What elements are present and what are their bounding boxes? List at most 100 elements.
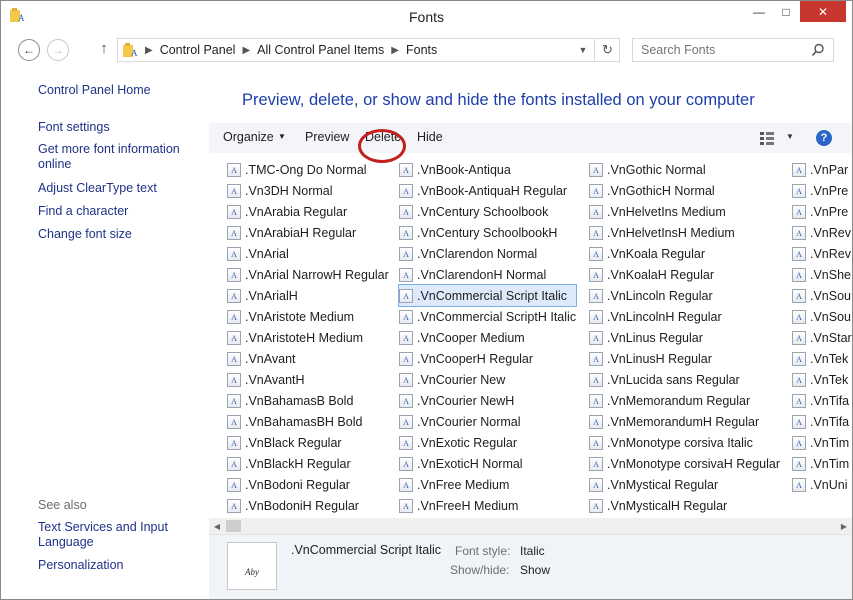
font-item[interactable]: A .VnAvantH <box>227 369 389 390</box>
font-item[interactable]: A .VnCooper Medium <box>399 327 576 348</box>
font-item[interactable]: A .VnMonotype corsiva Italic <box>589 432 780 453</box>
font-item[interactable]: A .VnStar <box>792 327 852 348</box>
font-item[interactable]: A .VnMystical Regular <box>589 474 780 495</box>
font-item[interactable]: A .VnTifa <box>792 390 852 411</box>
address-bar[interactable]: A ▶ Control Panel ▶ All Control Panel It… <box>117 38 620 62</box>
font-item[interactable]: A .VnFree Medium <box>399 474 576 495</box>
font-item[interactable]: A .VnMemorandum Regular <box>589 390 780 411</box>
search-icon[interactable] <box>811 43 825 57</box>
font-item[interactable]: A .VnPre <box>792 201 852 222</box>
font-item[interactable]: A .VnSou <box>792 285 852 306</box>
font-item[interactable]: A .VnCentury Schoolbook <box>399 201 576 222</box>
font-item[interactable]: A .VnHelvetInsH Medium <box>589 222 780 243</box>
personalization-link[interactable]: Personalization <box>38 558 198 573</box>
font-item[interactable]: A .VnCourier New <box>399 369 576 390</box>
back-button[interactable]: ← <box>18 39 40 61</box>
font-item[interactable]: A .VnBahamasBH Bold <box>227 411 389 432</box>
close-button[interactable]: ✕ <box>800 1 846 22</box>
view-options-icon[interactable] <box>760 131 774 145</box>
font-item[interactable]: A .VnUni <box>792 474 852 495</box>
font-item[interactable]: A .VnLincoln Regular <box>589 285 780 306</box>
font-item[interactable]: A .VnLinus Regular <box>589 327 780 348</box>
font-item[interactable]: A .VnHelvetIns Medium <box>589 201 780 222</box>
font-item[interactable]: A .VnFreeH Medium <box>399 495 576 516</box>
font-item[interactable]: A .VnTifa <box>792 411 852 432</box>
font-item[interactable]: A .VnTim <box>792 453 852 474</box>
change-font-size-link[interactable]: Change font size <box>38 227 198 242</box>
font-item[interactable]: A .VnAristote Medium <box>227 306 389 327</box>
horizontal-scrollbar[interactable]: ◀ ▶ <box>209 518 852 534</box>
font-item[interactable]: A .VnBook-AntiquaH Regular <box>399 180 576 201</box>
maximize-button[interactable]: □ <box>773 1 799 22</box>
font-item[interactable]: A .VnExotic Regular <box>399 432 576 453</box>
font-item[interactable]: A .VnTim <box>792 432 852 453</box>
font-item[interactable]: A .VnAvant <box>227 348 389 369</box>
font-item[interactable]: A .VnBahamasB Bold <box>227 390 389 411</box>
font-item[interactable]: A .VnCentury SchoolbookH <box>399 222 576 243</box>
address-dropdown-icon[interactable]: ▼ <box>572 38 594 62</box>
font-item[interactable]: A .VnArialH <box>227 285 389 306</box>
font-item[interactable]: A .VnLucida sans Regular <box>589 369 780 390</box>
font-item[interactable]: A .VnGothicH Normal <box>589 180 780 201</box>
font-item[interactable]: A .VnBodoni Regular <box>227 474 389 495</box>
adjust-cleartype-link[interactable]: Adjust ClearType text <box>38 181 198 196</box>
font-item[interactable]: A .VnLinusH Regular <box>589 348 780 369</box>
chevron-down-icon[interactable]: ▼ <box>786 132 794 141</box>
font-item[interactable]: A .VnKoalaH Regular <box>589 264 780 285</box>
hide-button[interactable]: Hide <box>417 130 443 144</box>
text-services-link[interactable]: Text Services and Input Language <box>38 520 198 550</box>
font-item[interactable]: A .VnAristoteH Medium <box>227 327 389 348</box>
font-item[interactable]: A .VnTek <box>792 369 852 390</box>
font-item[interactable]: A .VnBook-Antiqua <box>399 159 576 180</box>
font-item[interactable]: A .VnArial NarrowH Regular <box>227 264 389 285</box>
font-item[interactable]: A .VnExoticH Normal <box>399 453 576 474</box>
breadcrumb-control-panel[interactable]: Control Panel <box>160 43 236 57</box>
font-item[interactable]: A .VnArabia Regular <box>227 201 389 222</box>
chevron-down-icon[interactable]: ▼ <box>278 132 286 141</box>
scroll-right-icon[interactable]: ▶ <box>836 518 852 534</box>
more-font-info-link[interactable]: Get more font information online <box>38 142 198 172</box>
font-item[interactable]: A .VnRev <box>792 222 852 243</box>
font-item[interactable]: A .Vn3DH Normal <box>227 180 389 201</box>
scroll-thumb[interactable] <box>226 520 241 532</box>
font-item[interactable]: A .VnCourier Normal <box>399 411 576 432</box>
scroll-left-icon[interactable]: ◀ <box>209 518 225 534</box>
font-item[interactable]: A .VnMonotype corsivaH Regular <box>589 453 780 474</box>
font-item[interactable]: A .VnBlackH Regular <box>227 453 389 474</box>
font-item[interactable]: A .TMC-Ong Do Normal <box>227 159 389 180</box>
font-item[interactable]: A .VnShe <box>792 264 852 285</box>
control-panel-home-link[interactable]: Control Panel Home <box>38 83 198 98</box>
font-item[interactable]: A .VnCooperH Regular <box>399 348 576 369</box>
font-item[interactable]: A .VnArabiaH Regular <box>227 222 389 243</box>
breadcrumb-all-items[interactable]: All Control Panel Items <box>257 43 384 57</box>
font-item[interactable]: A .VnTek <box>792 348 852 369</box>
minimize-button[interactable]: — <box>746 1 772 22</box>
breadcrumb-fonts[interactable]: Fonts <box>406 43 437 57</box>
font-item[interactable]: A .VnKoala Regular <box>589 243 780 264</box>
font-item[interactable]: A .VnRev <box>792 243 852 264</box>
font-item[interactable]: A .VnCourier NewH <box>399 390 576 411</box>
font-item[interactable]: A .VnCommercial ScriptH Italic <box>399 306 576 327</box>
font-item[interactable]: A .VnCommercial Script Italic <box>397 284 578 307</box>
organize-button[interactable]: Organize <box>223 130 274 144</box>
find-character-link[interactable]: Find a character <box>38 204 198 219</box>
refresh-icon[interactable]: ↻ <box>594 38 620 62</box>
font-item[interactable]: A .VnMysticalH Regular <box>589 495 780 516</box>
font-item[interactable]: A .VnSou <box>792 306 852 327</box>
font-item[interactable]: A .VnMemorandumH Regular <box>589 411 780 432</box>
up-button[interactable]: ↑ <box>95 40 113 60</box>
search-input[interactable] <box>632 38 834 62</box>
font-settings-link[interactable]: Font settings <box>38 120 198 135</box>
help-icon[interactable]: ? <box>816 130 832 146</box>
font-item[interactable]: A .VnLincolnH Regular <box>589 306 780 327</box>
preview-button[interactable]: Preview <box>305 130 349 144</box>
font-item[interactable]: A .VnPar <box>792 159 852 180</box>
font-item[interactable]: A .VnClarendon Normal <box>399 243 576 264</box>
font-item[interactable]: A .VnClarendonH Normal <box>399 264 576 285</box>
font-item[interactable]: A .VnArial <box>227 243 389 264</box>
font-item[interactable]: A .VnBodoniH Regular <box>227 495 389 516</box>
font-item[interactable]: A .VnGothic Normal <box>589 159 780 180</box>
font-item[interactable]: A .VnPre <box>792 180 852 201</box>
forward-button[interactable]: → <box>47 39 69 61</box>
font-item[interactable]: A .VnBlack Regular <box>227 432 389 453</box>
